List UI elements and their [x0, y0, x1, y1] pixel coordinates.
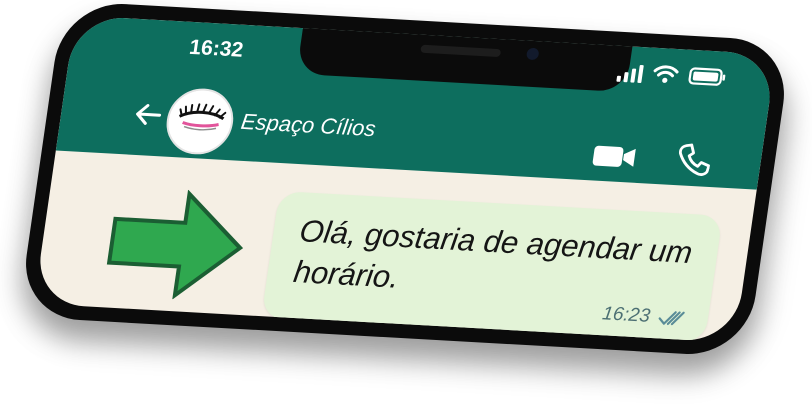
- status-icons: [616, 62, 728, 88]
- earpiece-speaker: [420, 44, 502, 58]
- phone-notch: [296, 22, 634, 93]
- arrow-left-icon[interactable]: [132, 101, 166, 129]
- double-check-icon: [657, 308, 688, 327]
- battery-icon: [687, 66, 728, 88]
- contact-name[interactable]: Espaço Cílios: [239, 109, 377, 142]
- stage: 16:32 Espaço Cílios Olá, gostaria de age…: [0, 0, 812, 408]
- green-arrow-right-icon: [99, 186, 255, 308]
- phone-screen: 16:32 Espaço Cílios Olá, gostaria de age…: [33, 15, 777, 343]
- contact-avatar[interactable]: [162, 86, 238, 157]
- message-text: Olá, gostaria de agendar um horário.: [291, 213, 695, 295]
- message-bubble[interactable]: Olá, gostaria de agendar um horário. 16:…: [261, 191, 723, 343]
- eyelash-avatar-icon: [164, 88, 236, 154]
- status-time: 16:32: [187, 35, 245, 62]
- wifi-icon: [651, 64, 680, 85]
- message-meta: 16:23: [601, 303, 688, 330]
- message-time: 16:23: [600, 303, 652, 327]
- chat-header: 16:32 Espaço Cílios: [55, 15, 777, 190]
- front-camera: [525, 47, 540, 61]
- phone-frame: 16:32 Espaço Cílios Olá, gostaria de age…: [17, 0, 793, 358]
- signal-bars-icon: [616, 64, 644, 84]
- video-camera-icon[interactable]: [591, 143, 639, 171]
- phone-icon[interactable]: [674, 142, 713, 178]
